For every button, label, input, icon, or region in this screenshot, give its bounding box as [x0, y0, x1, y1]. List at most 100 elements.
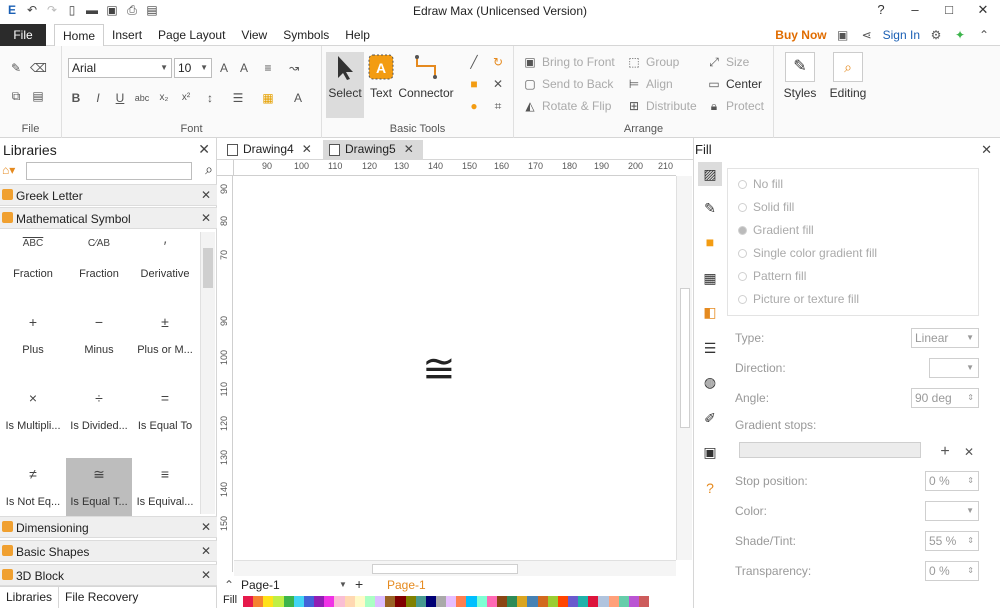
- align-button[interactable]: ⊨ Align: [626, 76, 673, 92]
- sign-in-link[interactable]: Sign In: [883, 28, 920, 42]
- shape-plus-or-minus[interactable]: ± Plus or M...: [132, 306, 198, 382]
- shadow-panel-icon[interactable]: ■: [698, 230, 722, 254]
- palette-swatch[interactable]: [273, 596, 284, 607]
- rotate-flip-button[interactable]: ◭ Rotate & Flip: [522, 98, 611, 114]
- select-tool-button[interactable]: Select: [326, 52, 364, 118]
- file-menu-button[interactable]: File: [0, 24, 46, 46]
- apps-icon[interactable]: ✦: [952, 27, 968, 43]
- shape-derivative[interactable]: ′ Derivative: [132, 230, 198, 306]
- font-size-select[interactable]: 10 ▼: [174, 58, 212, 78]
- superscript-icon[interactable]: x²: [178, 90, 194, 106]
- shape-equal-to[interactable]: = Is Equal To: [132, 382, 198, 458]
- library-basic-shapes[interactable]: Basic Shapes ✕: [0, 540, 217, 562]
- palette-swatches[interactable]: [243, 596, 650, 607]
- home-icon[interactable]: ⌂▾: [2, 163, 15, 177]
- palette-swatch[interactable]: [578, 596, 589, 607]
- palette-swatch[interactable]: [507, 596, 518, 607]
- help-panel-icon[interactable]: ?: [698, 476, 722, 500]
- collapse-ribbon-icon[interactable]: ⌃: [976, 27, 992, 43]
- rectangle-tool-icon[interactable]: ■: [466, 76, 482, 92]
- palette-swatch[interactable]: [435, 596, 447, 607]
- close-library-icon[interactable]: ✕: [201, 520, 211, 534]
- italic-icon[interactable]: I: [90, 90, 106, 106]
- palette-swatch[interactable]: [537, 596, 548, 607]
- underline-icon[interactable]: U: [112, 90, 128, 106]
- doc-tab-drawing4[interactable]: Drawing4 ✕: [221, 140, 321, 160]
- arc-tool-icon[interactable]: ↻: [490, 54, 506, 70]
- gear-icon[interactable]: ⚙: [928, 27, 944, 43]
- tab-home[interactable]: Home: [54, 24, 105, 47]
- format-painter-icon[interactable]: ✎: [8, 60, 24, 76]
- shape-fraction-2[interactable]: C⁄AB Fraction: [66, 230, 132, 306]
- palette-swatch[interactable]: [385, 596, 396, 607]
- palette-swatch[interactable]: [344, 596, 355, 607]
- close-library-icon[interactable]: ✕: [201, 188, 211, 202]
- fill-option-solid[interactable]: Solid fill: [738, 200, 794, 214]
- tab-help[interactable]: Help: [337, 24, 378, 46]
- fill-option-picture[interactable]: Picture or texture fill: [738, 292, 859, 306]
- palette-swatch[interactable]: [253, 596, 264, 607]
- palette-swatch[interactable]: [446, 596, 457, 607]
- palette-swatch[interactable]: [547, 596, 558, 607]
- palette-swatch[interactable]: [618, 596, 629, 607]
- gradient-type-select[interactable]: Linear ▼: [911, 328, 979, 348]
- page-tab-active[interactable]: Page-1: [387, 578, 426, 592]
- group-button[interactable]: ⬚ Group: [626, 54, 679, 70]
- subscript-icon[interactable]: x₂: [156, 90, 172, 106]
- close-tab-icon[interactable]: ✕: [404, 142, 414, 156]
- palette-swatch[interactable]: [557, 596, 568, 607]
- close-fill-panel-icon[interactable]: ✕: [981, 142, 992, 158]
- comment-panel-icon[interactable]: ▣: [698, 440, 722, 464]
- page-select[interactable]: Page-1: [241, 578, 280, 592]
- bold-icon[interactable]: B: [68, 90, 84, 106]
- close-library-icon[interactable]: ✕: [201, 544, 211, 558]
- palette-swatch[interactable]: [263, 596, 274, 607]
- tab-insert[interactable]: Insert: [104, 24, 150, 46]
- canvas-approx-equal-shape[interactable]: ≅: [422, 346, 456, 392]
- copy-icon[interactable]: ⧉: [8, 88, 24, 104]
- shape-minus[interactable]: − Minus: [66, 306, 132, 382]
- fill-option-gradient[interactable]: Gradient fill: [738, 223, 814, 237]
- doc-tab-drawing5[interactable]: Drawing5 ✕: [323, 140, 423, 160]
- library-search-input[interactable]: [26, 162, 192, 180]
- close-library-icon[interactable]: ✕: [201, 211, 211, 225]
- shrink-font-icon[interactable]: A: [236, 60, 252, 76]
- highlight-icon[interactable]: ▦: [260, 90, 276, 106]
- drawing-canvas[interactable]: ≅: [234, 176, 676, 560]
- palette-swatch[interactable]: [598, 596, 609, 607]
- line-spacing-icon[interactable]: ↕: [202, 90, 218, 106]
- color-select[interactable]: ▼: [925, 501, 979, 521]
- palette-swatch[interactable]: [395, 596, 406, 607]
- cart-icon[interactable]: ▣: [835, 27, 851, 43]
- line-tool-icon[interactable]: ╱: [466, 54, 482, 70]
- buy-now-link[interactable]: Buy Now: [775, 28, 826, 42]
- palette-swatch[interactable]: [466, 596, 477, 607]
- palette-swatch[interactable]: [639, 596, 650, 607]
- gradient-stops-bar[interactable]: [739, 442, 921, 458]
- palette-swatch[interactable]: [608, 596, 619, 607]
- canvas-vertical-scrollbar[interactable]: [676, 176, 692, 560]
- protect-button[interactable]: 🔒︎ Protect: [706, 98, 764, 114]
- paste-icon[interactable]: ▤: [30, 88, 46, 104]
- font-color-icon[interactable]: A: [290, 90, 306, 106]
- search-icon[interactable]: ⌕: [205, 161, 213, 178]
- shape-divided[interactable]: ÷ Is Divided...: [66, 382, 132, 458]
- editing-button[interactable]: ⌕ Editing: [826, 52, 870, 100]
- library-mathematical-symbol[interactable]: Mathematical Symbol ✕: [0, 207, 217, 229]
- distribute-button[interactable]: ⊞ Distribute: [626, 98, 697, 114]
- scrollbar-thumb[interactable]: [203, 248, 213, 288]
- palette-swatch[interactable]: [517, 596, 528, 607]
- hyperlink-panel-icon[interactable]: ◍: [698, 370, 722, 394]
- add-page-button[interactable]: +: [355, 576, 363, 592]
- send-to-back-button[interactable]: ▢ Send to Back: [522, 76, 613, 92]
- scrollbar-thumb[interactable]: [372, 564, 518, 574]
- maximize-button[interactable]: □: [932, 0, 966, 22]
- remove-stop-icon[interactable]: ✕: [961, 444, 977, 460]
- palette-swatch[interactable]: [405, 596, 416, 607]
- library-dimensioning[interactable]: Dimensioning ✕: [0, 516, 217, 538]
- direction-select[interactable]: ▼: [929, 358, 979, 378]
- image-panel-icon[interactable]: ▦: [698, 266, 722, 290]
- shape-multiplied[interactable]: × Is Multipli...: [0, 382, 66, 458]
- palette-swatch[interactable]: [334, 596, 345, 607]
- clear-format-icon[interactable]: ⌫: [30, 60, 47, 76]
